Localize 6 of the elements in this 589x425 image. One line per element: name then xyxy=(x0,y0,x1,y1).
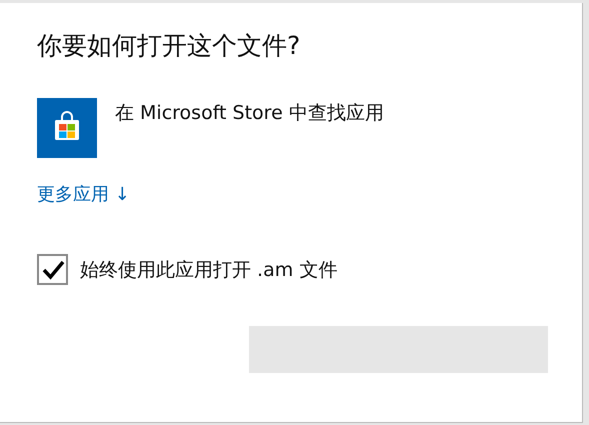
more-apps-link[interactable]: 更多应用 ↓ xyxy=(37,182,130,206)
store-bag-icon xyxy=(37,98,97,158)
dialog-title: 你要如何打开这个文件? xyxy=(37,30,302,62)
app-option[interactable]: 在 Microsoft Store 中查找应用 xyxy=(37,98,384,158)
checkbox-label: 始终使用此应用打开 .am 文件 xyxy=(80,258,338,282)
checkbox[interactable] xyxy=(37,254,68,285)
